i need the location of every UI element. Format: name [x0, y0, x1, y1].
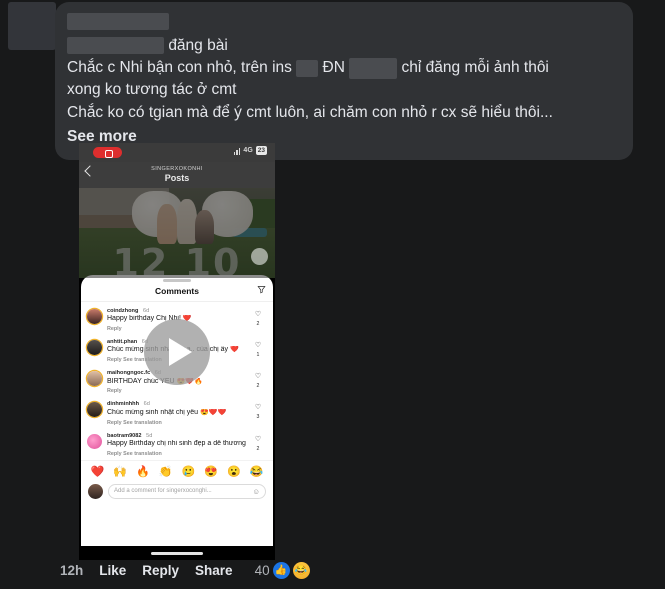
comments-sheet: Comments coindzhong 6d Happy birthday Ch…: [81, 275, 273, 546]
comment-like-button[interactable]: ♡ 2: [251, 433, 265, 457]
battery-level: 23: [255, 146, 267, 155]
play-icon: [169, 337, 192, 366]
post-text-segment-1: Chắc c Nhi bận con nhỏ, trên ins: [67, 59, 292, 77]
emoji-heart[interactable]: ❤️: [91, 465, 105, 478]
network-label: 4G: [243, 147, 253, 154]
post-line-2: xong ko tương tác ở cmt: [67, 81, 237, 99]
emoji-raised-hands[interactable]: 🙌: [113, 465, 127, 478]
heart-outline-icon: ♡: [254, 310, 262, 318]
comment-timestamp: 5d: [146, 432, 153, 439]
instagram-nav-bar: SINGERXOKONHI Posts: [79, 162, 275, 188]
signal-icon: [233, 147, 241, 155]
commenter-avatar[interactable]: [87, 433, 102, 449]
sticker-icon[interactable]: ☺: [252, 487, 260, 496]
emoji-tear[interactable]: 🥲: [182, 465, 196, 478]
home-indicator: [151, 552, 203, 555]
comment-like-button[interactable]: ♡ 3: [251, 401, 265, 425]
haha-reaction-icon: 😂: [292, 562, 310, 579]
comment-text: Happy Birthday chị nhi sinh đẹp a dễ thư…: [107, 440, 246, 448]
filter-icon[interactable]: [257, 285, 266, 294]
comment-actions[interactable]: Reply: [107, 388, 246, 394]
play-button[interactable]: [144, 318, 210, 385]
comments-title: Comments: [155, 285, 199, 296]
heart-outline-icon: ♡: [254, 435, 262, 443]
like-button[interactable]: Like: [99, 563, 126, 578]
comment-like-count: 2: [256, 445, 260, 452]
commenter-avatar[interactable]: [87, 371, 102, 387]
reactions-summary[interactable]: 40 👍 😂: [255, 562, 310, 579]
post-line-1: Chắc c Nhi bận con nhỏ, trên ins ĐN chỉ …: [67, 57, 621, 79]
comment-actions[interactable]: Reply See translation: [107, 451, 246, 457]
username-text: baotram9082: [107, 432, 142, 439]
comment-item[interactable]: baotram9082 5d Happy Birthday chị nhi si…: [81, 429, 273, 460]
emoji-heart-eyes[interactable]: 😍: [204, 465, 218, 478]
poster-line: đăng bài: [67, 35, 621, 57]
post-text-segment-2: ĐN: [322, 59, 345, 77]
attached-video[interactable]: 4G 23 SINGERXOKONHI Posts 12 10 Comments…: [79, 143, 275, 560]
emoji-fire[interactable]: 🔥: [136, 465, 150, 478]
username-text: maihongngoc.fc: [107, 370, 151, 377]
comment-like-count: 2: [256, 320, 260, 327]
instagram-handle: SINGERXOKONHI: [151, 166, 203, 172]
redaction-block: [296, 59, 319, 77]
commenter-avatar[interactable]: [87, 339, 102, 355]
post-line-3: Chắc ko có tgian mà để ý cmt luôn, ai ch…: [67, 103, 553, 121]
comment-like-count: 1: [256, 351, 260, 358]
comment-like-count: 2: [256, 383, 260, 390]
comment-like-count: 3: [256, 414, 260, 421]
avatar[interactable]: [8, 2, 56, 50]
poster-action-text: đăng bài: [168, 37, 228, 55]
photo-dim-overlay: [79, 188, 275, 278]
username-text: dinhminhhh: [107, 401, 140, 408]
comment-like-button[interactable]: ♡ 2: [251, 308, 265, 332]
poster-name-redacted: [67, 11, 621, 33]
heart-outline-icon: ♡: [254, 341, 262, 349]
comment-timestamp: 12h: [60, 563, 84, 578]
commenter-username[interactable]: baotram9082 5d: [107, 433, 246, 439]
comment-text: Chúc mừng sinh nhật chị yêu 😍❤️❤️: [107, 408, 227, 416]
post-text-segment-3: chỉ đăng mỗi ảnh thôi: [401, 59, 549, 77]
heart-outline-icon: ♡: [254, 373, 262, 381]
reaction-count: 40: [254, 563, 270, 578]
current-user-avatar: [88, 483, 103, 499]
post-photo: 12 10: [79, 188, 275, 278]
commenter-avatar[interactable]: [87, 308, 102, 324]
commenter-avatar[interactable]: [87, 402, 102, 418]
redaction-block: [67, 36, 164, 54]
username-text: anhtit.phan: [107, 338, 138, 345]
comment-actions[interactable]: Reply See translation: [107, 420, 246, 426]
commenter-username[interactable]: coindzhong 6d: [107, 308, 246, 314]
photo-corner-dot: [251, 248, 268, 265]
share-button[interactable]: Share: [195, 563, 233, 578]
comment-like-button[interactable]: ♡ 2: [251, 370, 265, 394]
comments-header: Comments: [81, 282, 273, 302]
comment-action-bar: 12h Like Reply Share 40 👍 😂: [60, 562, 310, 579]
emoji-joy[interactable]: 😂: [250, 465, 264, 478]
phone-status-bar: 4G 23: [79, 143, 275, 162]
status-indicators: 4G 23: [233, 146, 267, 155]
redaction-block: [67, 13, 169, 31]
comment-timestamp: 6d: [142, 307, 150, 314]
screen-recording-icon: [93, 147, 122, 158]
comment-like-button[interactable]: ♡ 1: [251, 339, 265, 363]
post-screen: đăng bài Chắc c Nhi bận con nhỏ, trên in…: [0, 0, 665, 589]
comment-timestamp: 6d: [143, 401, 150, 408]
instagram-page-title: Posts: [164, 173, 190, 183]
post-bubble: đăng bài Chắc c Nhi bận con nhỏ, trên in…: [55, 2, 633, 160]
emoji-clap[interactable]: 👏: [159, 465, 173, 478]
like-reaction-icon: 👍: [272, 562, 290, 579]
comment-item[interactable]: dinhminhhh 6d Chúc mừng sinh nhật chị yê…: [81, 397, 273, 428]
comment-input[interactable]: Add a comment for singerxoconghi... ☺: [108, 483, 266, 499]
emoji-surprised[interactable]: 😮: [227, 465, 241, 478]
reply-button[interactable]: Reply: [142, 563, 179, 578]
comment-input-row[interactable]: Add a comment for singerxoconghi... ☺: [81, 481, 273, 504]
comment-input-placeholder: Add a comment for singerxoconghi...: [114, 488, 212, 495]
quick-emoji-row[interactable]: ❤️ 🙌 🔥 👏 🥲 😍 😮 😂: [81, 459, 273, 481]
username-text: coindzhong: [107, 307, 139, 314]
commenter-username[interactable]: dinhminhhh 6d: [107, 401, 246, 407]
redaction-block: [349, 57, 398, 79]
heart-outline-icon: ♡: [254, 404, 262, 412]
